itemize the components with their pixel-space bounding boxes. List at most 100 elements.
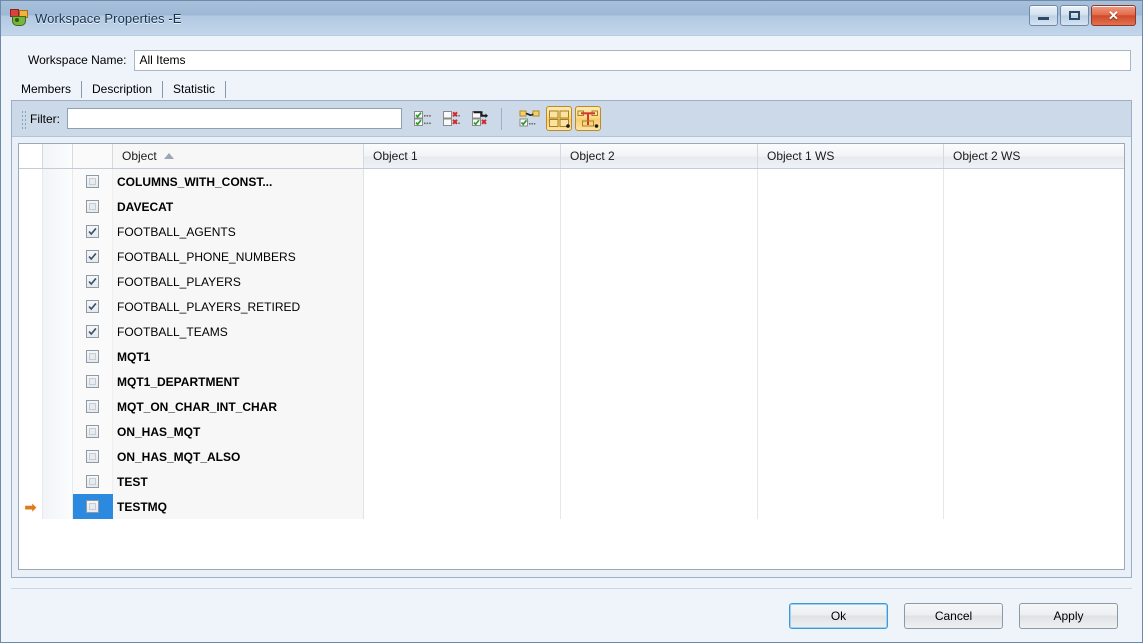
table-row[interactable]: ➡ TESTMQ (19, 494, 1124, 519)
table-row[interactable]: MQT_ON_CHAR_INT_CHAR (19, 394, 1124, 419)
row-object1ws-cell (758, 369, 944, 394)
row-checkbox-cell[interactable] (73, 219, 113, 244)
row-checkbox-unchecked[interactable] (86, 450, 99, 463)
tab-statistic[interactable]: Statistic (164, 78, 225, 100)
table-row[interactable]: FOOTBALL_AGENTS (19, 219, 1124, 244)
row-object-label: TESTMQ (117, 499, 167, 514)
table-row[interactable]: DAVECAT (19, 194, 1124, 219)
table-row[interactable]: ON_HAS_MQT_ALSO (19, 444, 1124, 469)
row-checkbox-checked[interactable] (86, 225, 99, 238)
row-object1ws-cell (758, 344, 944, 369)
row-checkbox-cell[interactable] (73, 394, 113, 419)
row-checkbox-checked[interactable] (86, 300, 99, 313)
row-object-label: FOOTBALL_AGENTS (117, 224, 236, 239)
row-checkbox-cell[interactable] (73, 444, 113, 469)
tab-separator (81, 81, 83, 98)
grid-header-object2[interactable]: Object 2 (561, 144, 758, 168)
row-checkbox-unchecked[interactable] (86, 425, 99, 438)
check-all-icon (414, 110, 431, 126)
row-indicator-cell (19, 469, 43, 494)
check-icon (88, 227, 97, 236)
group-objects-button[interactable] (546, 106, 572, 131)
row-object1-cell (364, 469, 561, 494)
show-hierarchy-button[interactable] (575, 106, 601, 131)
row-checkbox-cell[interactable] (73, 419, 113, 444)
row-object-cell: TESTMQ (113, 494, 364, 519)
row-object2-cell (561, 419, 758, 444)
select-dependencies-button[interactable] (517, 106, 543, 131)
close-icon: ✕ (1108, 8, 1119, 23)
row-checkbox-cell[interactable] (73, 494, 113, 519)
members-grid[interactable]: Object Object 1 Object 2 Object 1 WS Obj… (18, 143, 1125, 570)
row-indicator-cell (19, 244, 43, 269)
row-checkbox-cell[interactable] (73, 269, 113, 294)
tab-members[interactable]: Members (12, 78, 81, 100)
table-row[interactable]: TEST (19, 469, 1124, 494)
table-row[interactable]: FOOTBALL_PLAYERS (19, 269, 1124, 294)
row-checkbox-unchecked[interactable] (86, 350, 99, 363)
minimize-button[interactable] (1029, 5, 1058, 26)
workspace-name-input[interactable] (134, 49, 1131, 71)
row-checkbox-cell[interactable] (73, 244, 113, 269)
grid-header-object[interactable]: Object (113, 144, 364, 168)
row-checkbox-cell[interactable] (73, 319, 113, 344)
row-object1-cell (364, 369, 561, 394)
row-checkbox-unchecked[interactable] (86, 475, 99, 488)
table-row[interactable]: ON_HAS_MQT (19, 419, 1124, 444)
table-row[interactable]: COLUMNS_WITH_CONST... (19, 169, 1124, 194)
row-checkbox-cell[interactable] (73, 194, 113, 219)
grid-header-object2ws[interactable]: Object 2 WS (944, 144, 1124, 168)
drag-grip-icon[interactable] (20, 108, 26, 129)
row-object-cell: MQT1_DEPARTMENT (113, 369, 364, 394)
workspace-properties-window: Workspace Properties -E ✕ Workspace Name… (0, 0, 1143, 643)
row-object2ws-cell (944, 469, 1124, 494)
sort-ascending-icon (163, 153, 174, 159)
row-gutter-cell (43, 369, 73, 394)
tab-description[interactable]: Description (83, 78, 162, 100)
row-indicator-cell (19, 369, 43, 394)
table-row[interactable]: MQT1_DEPARTMENT (19, 369, 1124, 394)
row-checkbox-unchecked[interactable] (86, 500, 99, 513)
row-checkbox-unchecked[interactable] (86, 200, 99, 213)
filter-input[interactable] (67, 108, 402, 129)
row-checkbox-checked[interactable] (86, 325, 99, 338)
row-object-cell: TEST (113, 469, 364, 494)
row-checkbox-checked[interactable] (86, 275, 99, 288)
row-checkbox-cell[interactable] (73, 369, 113, 394)
row-gutter-cell (43, 319, 73, 344)
table-row[interactable]: MQT1 (19, 344, 1124, 369)
apply-button[interactable]: Apply (1019, 602, 1118, 629)
members-panel: Filter: Object Object 1 Object 2 Object … (11, 100, 1132, 578)
table-row[interactable]: FOOTBALL_TEAMS (19, 319, 1124, 344)
row-checkbox-unchecked[interactable] (86, 400, 99, 413)
check-icon (88, 327, 97, 336)
table-row[interactable]: FOOTBALL_PLAYERS_RETIRED (19, 294, 1124, 319)
row-object2ws-cell (944, 219, 1124, 244)
row-object-cell: FOOTBALL_AGENTS (113, 219, 364, 244)
invert-selection-button[interactable] (468, 106, 494, 131)
grid-header-object1[interactable]: Object 1 (364, 144, 561, 168)
check-all-button[interactable] (410, 106, 436, 131)
grid-header-gutter2 (43, 144, 73, 168)
row-object1-cell (364, 294, 561, 319)
grid-header-object1ws[interactable]: Object 1 WS (758, 144, 944, 168)
uncheck-all-button[interactable] (439, 106, 465, 131)
row-object-label: ON_HAS_MQT_ALSO (117, 449, 241, 464)
cancel-button[interactable]: Cancel (904, 602, 1003, 629)
row-object1ws-cell (758, 444, 944, 469)
row-object1-cell (364, 219, 561, 244)
row-checkbox-cell[interactable] (73, 169, 113, 194)
maximize-button[interactable] (1060, 5, 1089, 26)
row-checkbox-checked[interactable] (86, 250, 99, 263)
row-checkbox-cell[interactable] (73, 294, 113, 319)
filter-label: Filter: (30, 111, 60, 126)
toolbar-selection-group (410, 106, 494, 131)
row-checkbox-cell[interactable] (73, 344, 113, 369)
close-button[interactable]: ✕ (1091, 5, 1136, 26)
row-checkbox-unchecked[interactable] (86, 375, 99, 388)
row-checkbox-unchecked[interactable] (86, 175, 99, 188)
table-row[interactable]: FOOTBALL_PHONE_NUMBERS (19, 244, 1124, 269)
row-checkbox-cell[interactable] (73, 469, 113, 494)
ok-button[interactable]: Ok (789, 602, 888, 629)
row-object1ws-cell (758, 394, 944, 419)
